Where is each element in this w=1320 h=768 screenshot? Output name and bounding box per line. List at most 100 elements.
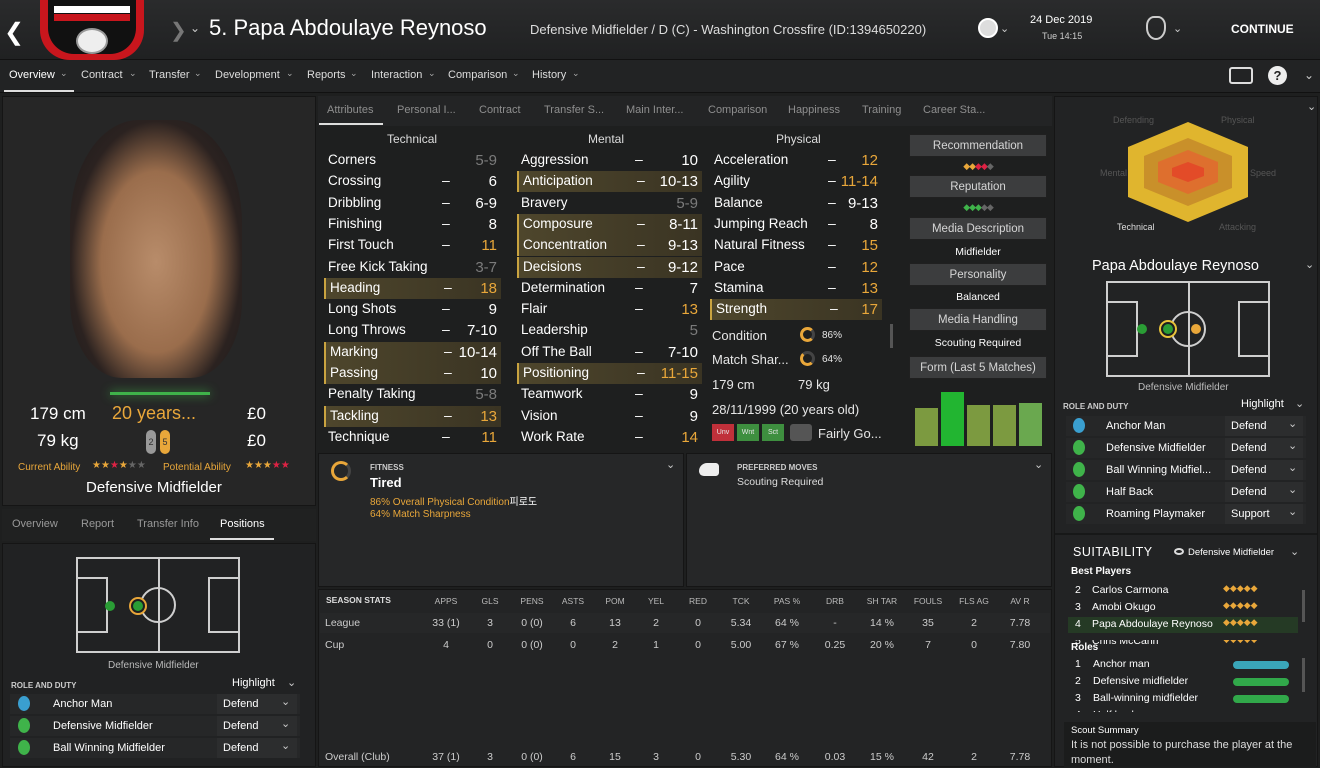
duty-chevron-icon[interactable]: ⌄ (1288, 505, 1297, 518)
left-tab-report[interactable]: Report (81, 518, 114, 530)
nav-contract[interactable]: Contract (81, 69, 123, 81)
tab-comparison[interactable]: Comparison (708, 104, 767, 116)
attribute-row[interactable]: Technique – 11 (324, 427, 501, 448)
player-menu-chevron-icon[interactable]: ⌄ (190, 21, 200, 35)
attribute-row[interactable]: Determination – 7 (517, 278, 702, 299)
nav-overview[interactable]: Overview (9, 69, 55, 81)
attribute-row[interactable]: Long Shots – 9 (324, 299, 501, 320)
attribute-row[interactable]: Finishing – 8 (324, 214, 501, 235)
attribute-row[interactable]: Leadership 5 (517, 320, 702, 341)
nav-development[interactable]: Development (215, 69, 280, 81)
duty-chevron-icon[interactable]: ⌄ (1288, 439, 1297, 452)
attribute-row[interactable]: Work Rate – 14 (517, 427, 702, 448)
nav-history[interactable]: History (532, 69, 566, 81)
nav-reports[interactable]: Reports (307, 69, 346, 81)
tab-happiness[interactable]: Happiness (788, 104, 840, 116)
attribute-row[interactable]: Off The Ball – 7-10 (517, 342, 702, 363)
tab-transfer-status[interactable]: Transfer S... (544, 104, 604, 116)
manager-logo-icon[interactable] (1146, 16, 1166, 40)
tab-career-stats[interactable]: Career Sta... (923, 104, 985, 116)
fitness-chevron-icon[interactable]: ⌄ (666, 458, 675, 471)
right-highlight-dropdown[interactable]: Highlight (1241, 398, 1284, 410)
attribute-row[interactable]: Composure – 8-11 (517, 213, 702, 235)
tag-unavailable: Unv (712, 424, 734, 441)
right-name-chevron-icon[interactable]: ⌄ (1305, 258, 1314, 271)
attribute-row[interactable]: Crossing – 6 (324, 171, 501, 192)
stats-row-name: Cup (325, 639, 345, 651)
attribute-row[interactable]: Penalty Taking 5-8 (324, 384, 501, 405)
nav-transfer[interactable]: Transfer (149, 69, 190, 81)
attribute-row[interactable]: Positioning –11-15 (517, 363, 702, 384)
attribute-row[interactable]: Free Kick Taking 3-7 (324, 257, 501, 278)
moves-header[interactable]: PREFERRED MOVES (737, 463, 817, 472)
role-list-scrollbar[interactable] (1302, 658, 1305, 692)
tab-contract[interactable]: Contract (479, 104, 521, 116)
attribute-row[interactable]: Aggression – 10 (517, 150, 702, 171)
manager-chevron-icon[interactable]: ⌄ (1173, 22, 1182, 35)
personality-button[interactable]: Personality (909, 263, 1047, 286)
globe-icon[interactable] (978, 18, 998, 38)
reputation-button[interactable]: Reputation (909, 175, 1047, 198)
attribute-row[interactable]: Acceleration – 12 (710, 150, 882, 171)
left-tab-transfer-info[interactable]: Transfer Info (137, 518, 199, 530)
continue-button[interactable]: CONTINUE (1231, 22, 1294, 36)
help-icon[interactable]: ? (1268, 66, 1287, 85)
nav-comparison[interactable]: Comparison (448, 69, 507, 81)
attribute-row[interactable]: Concentration – 9-13 (517, 235, 702, 257)
right-highlight-chevron-icon[interactable]: ⌄ (1295, 397, 1304, 410)
attribute-row[interactable]: Natural Fitness – 15 (710, 235, 882, 256)
attribute-row[interactable]: Jumping Reach – 8 (710, 214, 882, 235)
attribute-row[interactable]: Long Throws –7-10 (324, 320, 501, 341)
left-tab-overview[interactable]: Overview (12, 518, 58, 530)
duty-chevron-icon[interactable]: ⌄ (281, 739, 290, 752)
attribute-row[interactable]: Corners 5-9 (324, 150, 501, 171)
season-stats-header[interactable]: SEASON STATS (326, 595, 391, 605)
duty-chevron-icon[interactable]: ⌄ (1288, 483, 1297, 496)
duty-chevron-icon[interactable]: ⌄ (1288, 417, 1297, 430)
globe-chevron-icon[interactable]: ⌄ (1000, 22, 1009, 35)
attribute-row[interactable]: Heading – 18 (324, 277, 501, 299)
attribute-row[interactable]: Flair – 13 (517, 299, 702, 320)
attribute-row[interactable]: First Touch – 11 (324, 235, 501, 256)
suitability-chevron-icon[interactable]: ⌄ (1290, 545, 1299, 558)
fmtv-icon[interactable] (1229, 67, 1253, 84)
recommendation-button[interactable]: Recommendation (909, 134, 1047, 157)
nav-more-chevron-icon[interactable]: ⌄ (1304, 68, 1314, 82)
prev-player-icon[interactable]: ❯ (170, 18, 187, 43)
fitness-header[interactable]: FITNESS (370, 463, 404, 472)
duty-chevron-icon[interactable]: ⌄ (281, 695, 290, 708)
back-arrow-icon[interactable]: ❮ (4, 18, 24, 47)
form-button[interactable]: Form (Last 5 Matches) (909, 356, 1047, 379)
attribute-row[interactable]: Dribbling – 6-9 (324, 193, 501, 214)
attribute-row[interactable]: Balance –9-13 (710, 193, 882, 214)
tab-personal[interactable]: Personal I... (397, 104, 456, 116)
attribute-row[interactable]: Pace – 12 (710, 257, 882, 278)
tab-attributes[interactable]: Attributes (327, 104, 373, 116)
left-highlight-chevron-icon[interactable]: ⌄ (287, 676, 296, 689)
media-handling-button[interactable]: Media Handling (909, 308, 1047, 331)
attribute-row[interactable]: Teamwork – 9 (517, 384, 702, 405)
media-description-button[interactable]: Media Description (909, 217, 1047, 240)
duty-chevron-icon[interactable]: ⌄ (281, 717, 290, 730)
moves-chevron-icon[interactable]: ⌄ (1034, 458, 1043, 471)
attribute-row[interactable]: Marking –10-14 (324, 341, 501, 363)
attribute-row[interactable]: Strength – 17 (710, 299, 882, 321)
suitability-role[interactable]: Defensive Midfielder (1188, 547, 1274, 558)
radar-collapse-icon[interactable]: ⌄ (1307, 100, 1316, 113)
attribute-row[interactable]: Agility –11-14 (710, 171, 882, 192)
tab-training[interactable]: Training (862, 104, 901, 116)
attribute-row[interactable]: Decisions – 9-12 (517, 256, 702, 278)
best-list-scrollbar[interactable] (1302, 590, 1305, 622)
attribute-row[interactable]: Vision – 9 (517, 406, 702, 427)
attribute-row[interactable]: Tackling – 13 (324, 405, 501, 427)
attribute-row[interactable]: Stamina – 13 (710, 278, 882, 299)
attribute-row[interactable]: Passing – 10 (324, 363, 501, 384)
tab-main-interest[interactable]: Main Inter... (626, 104, 683, 116)
attribute-row[interactable]: Bravery 5-9 (517, 193, 702, 214)
left-tab-positions[interactable]: Positions (220, 518, 265, 530)
left-highlight-dropdown[interactable]: Highlight (232, 677, 275, 689)
nav-interaction[interactable]: Interaction (371, 69, 422, 81)
scroll-indicator (890, 324, 893, 348)
duty-chevron-icon[interactable]: ⌄ (1288, 461, 1297, 474)
attribute-row[interactable]: Anticipation –10-13 (517, 171, 702, 193)
